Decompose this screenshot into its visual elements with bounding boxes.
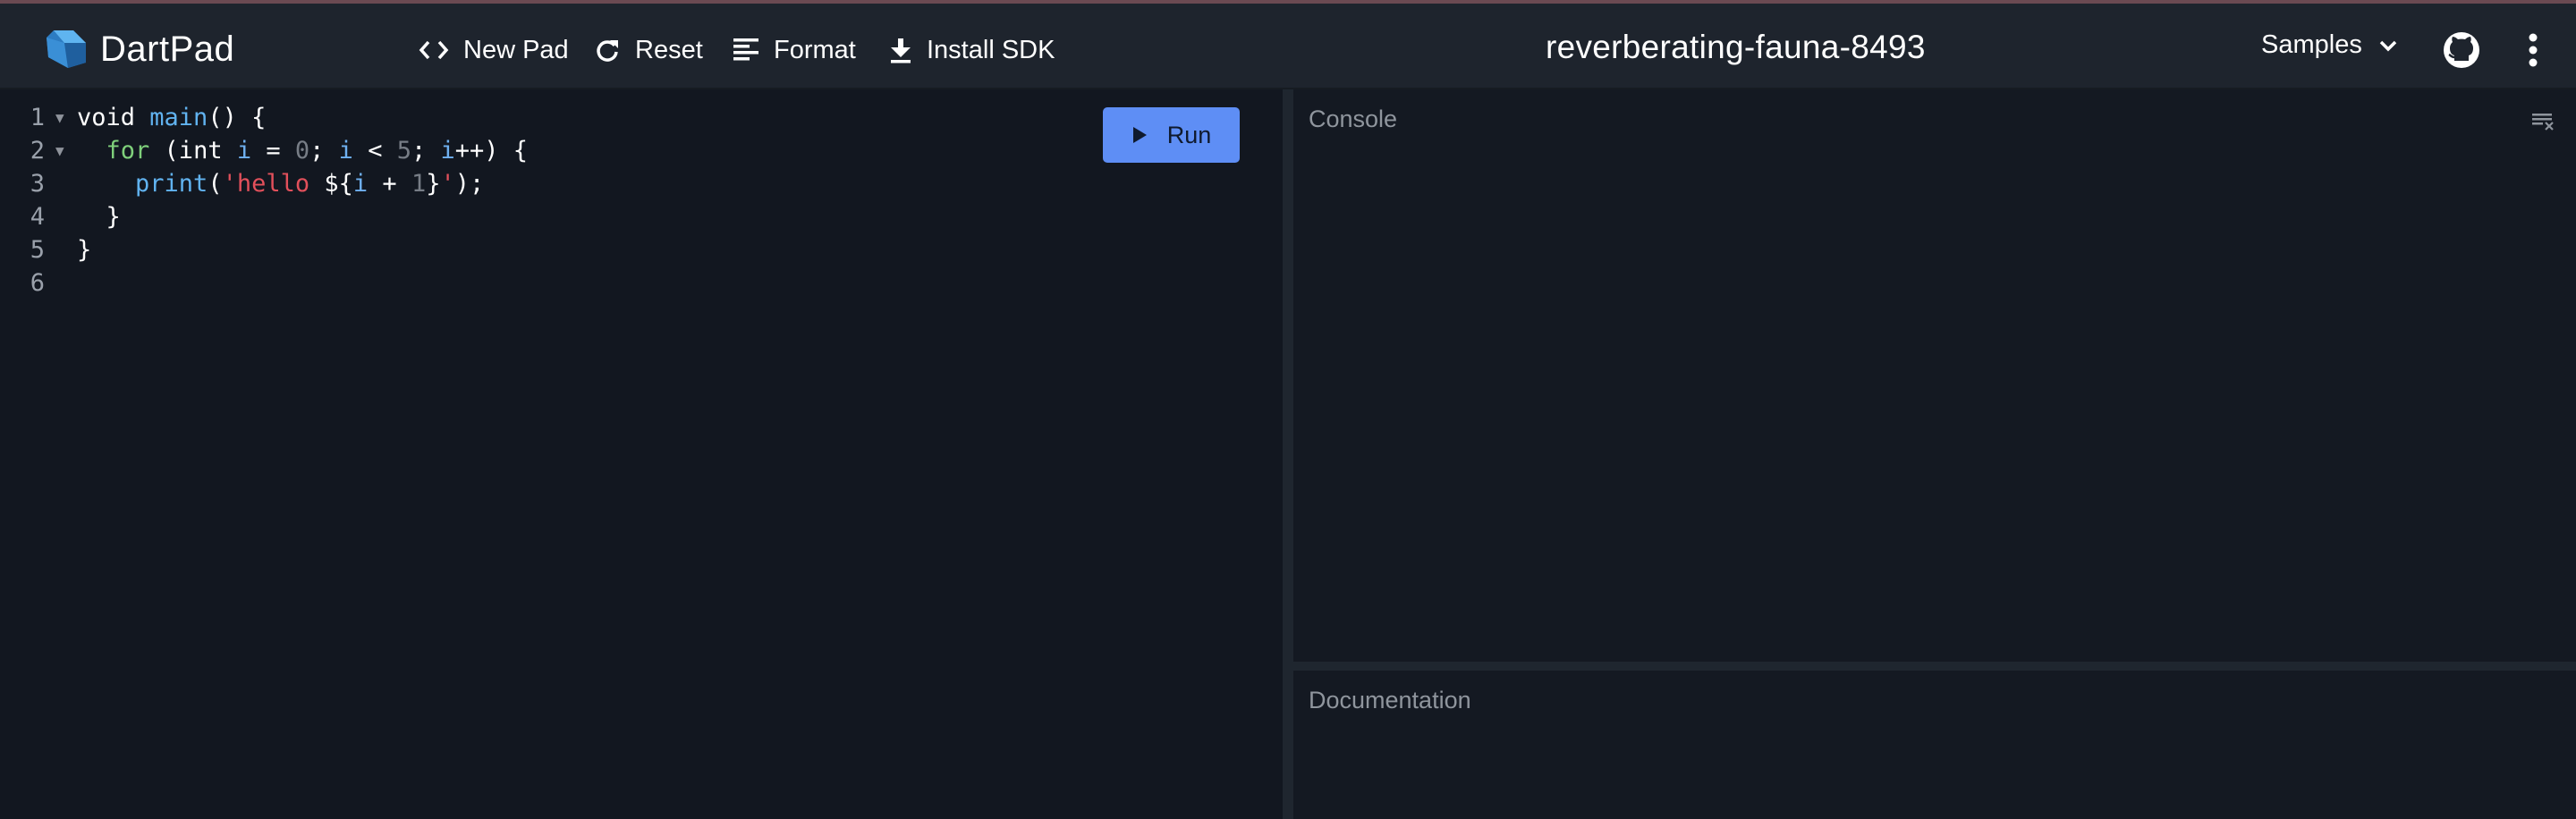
new-pad-button[interactable]: New Pad: [419, 30, 569, 70]
documentation-panel: Documentation: [1293, 671, 2576, 819]
code-token: =: [251, 137, 295, 165]
line-number: 3: [30, 170, 45, 198]
install-sdk-button[interactable]: Install SDK: [889, 30, 1055, 70]
code-text: print('hello ${i + 1}');: [77, 167, 484, 200]
app-bar: DartPad New Pad Reset Format Install SDK…: [0, 4, 2576, 89]
install-sdk-label: Install SDK: [927, 35, 1055, 64]
code-token: ': [440, 170, 455, 198]
github-icon[interactable]: [2442, 30, 2481, 70]
download-icon: [891, 38, 911, 63]
code-token: <: [352, 137, 397, 165]
line-number: 4: [30, 203, 45, 231]
format-button[interactable]: Format: [733, 30, 856, 70]
format-label: Format: [774, 35, 856, 64]
play-icon: [1132, 127, 1147, 143]
more-vert-icon[interactable]: [2515, 30, 2551, 70]
code-line[interactable]: 5}: [0, 233, 1073, 266]
code-token: 0: [294, 137, 310, 165]
run-label: Run: [1166, 121, 1212, 148]
horizontal-splitter[interactable]: [1293, 662, 2576, 671]
samples-label: Samples: [2261, 30, 2362, 59]
code-token: (int: [149, 137, 237, 165]
code-line[interactable]: 1 ▼ void main() {: [0, 101, 1073, 134]
code-token: i: [352, 170, 369, 198]
format-align-icon: [733, 38, 758, 61]
run-button[interactable]: Run: [1103, 107, 1240, 163]
code-token: ++) {: [454, 137, 529, 165]
code-token: () {: [208, 104, 267, 131]
line-number: 6: [30, 269, 45, 297]
code-token: print: [135, 170, 208, 198]
code-token: }: [426, 170, 441, 198]
dart-logo-icon: [47, 30, 86, 68]
code-text: }: [77, 233, 91, 266]
new-pad-label: New Pad: [463, 35, 569, 64]
code-token: 1: [411, 170, 427, 198]
code-token: ;: [411, 137, 441, 165]
code-token: }: [77, 203, 121, 231]
code-token: }: [77, 236, 92, 264]
code-editor[interactable]: 1 ▼ void main() { 2 ▼ for (int i = 0; i < 5;…: [0, 89, 1283, 819]
fold-arrow-icon[interactable]: ▼: [55, 101, 64, 134]
code-text: void main() {: [77, 101, 266, 134]
line-number: 1: [30, 104, 45, 131]
code-token: ${: [324, 170, 353, 198]
console-label: Console: [1309, 106, 1398, 132]
code-text: for (int i = 0; i < 5; i++) {: [77, 134, 529, 167]
code-brackets-icon: [419, 40, 449, 60]
code-token: 'hello: [222, 170, 325, 198]
code-token: i: [440, 137, 455, 165]
fold-arrow-icon[interactable]: ▼: [55, 134, 64, 167]
chevron-down-icon: [2379, 40, 2397, 51]
code-token: ;: [309, 137, 339, 165]
line-number: 2: [30, 137, 45, 165]
code-text: }: [77, 200, 121, 233]
code-line[interactable]: 4 }: [0, 200, 1073, 233]
code-token: main: [149, 104, 208, 131]
documentation-label: Documentation: [1309, 687, 1471, 713]
reset-icon: [597, 40, 618, 62]
code-line[interactable]: 6: [0, 266, 1073, 300]
code-token: void: [77, 104, 150, 131]
samples-dropdown[interactable]: Samples: [2261, 30, 2398, 60]
document-title[interactable]: reverberating-fauna-8493: [1546, 29, 1926, 66]
vertical-splitter[interactable]: [1283, 89, 1293, 819]
app-logo[interactable]: DartPad: [43, 25, 234, 73]
console-panel: Console: [1293, 89, 2576, 662]
app-title: DartPad: [100, 29, 235, 69]
clear-console-icon[interactable]: [2531, 109, 2555, 132]
code-line[interactable]: 2 ▼ for (int i = 0; i < 5; i++) {: [0, 134, 1073, 167]
line-number: 5: [30, 236, 45, 264]
code-token: i: [338, 137, 353, 165]
code-token: for: [106, 137, 150, 165]
reset-label: Reset: [635, 35, 703, 64]
code-token: +: [368, 170, 411, 198]
code-token: );: [454, 170, 485, 198]
code-token: (: [208, 170, 223, 198]
code-token: i: [236, 137, 252, 165]
reset-button[interactable]: Reset: [594, 30, 703, 70]
code-token: 5: [396, 137, 411, 165]
code-line[interactable]: 3 print('hello ${i + 1}');: [0, 167, 1073, 200]
